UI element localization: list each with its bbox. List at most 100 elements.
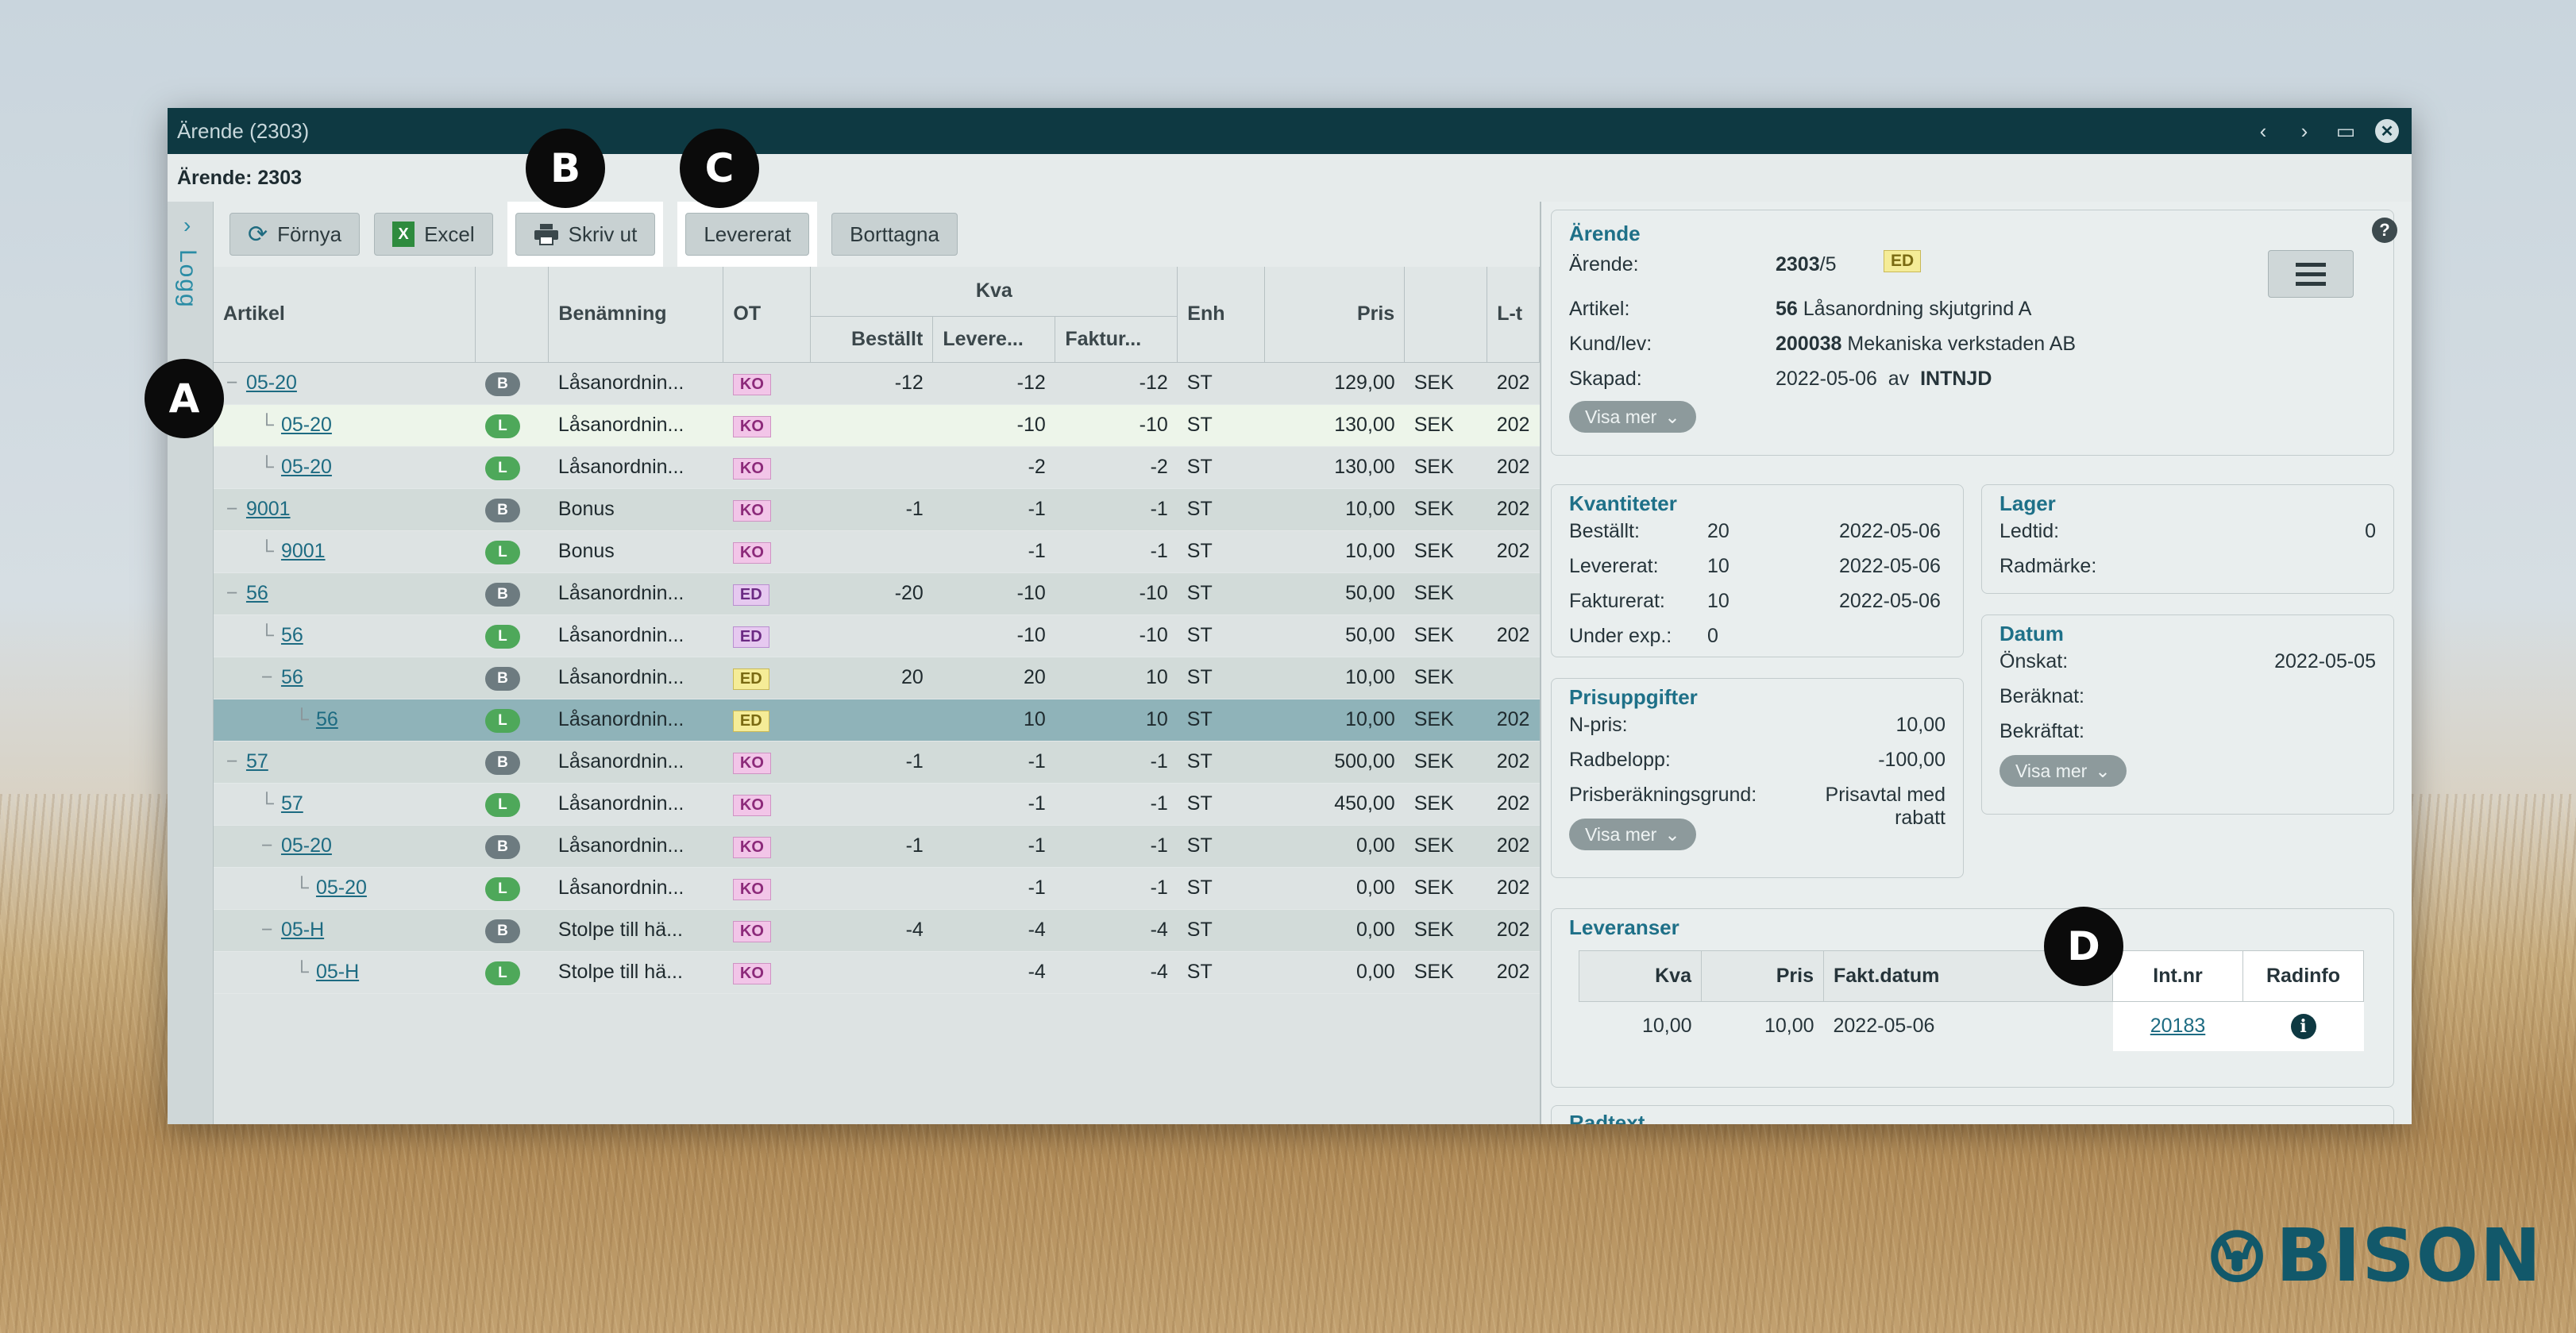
- cell-levererat: -1: [932, 867, 1055, 910]
- tree-connector-icon[interactable]: └: [258, 414, 276, 437]
- tree-connector-icon[interactable]: └: [293, 876, 310, 900]
- cell-lt: [1487, 657, 1540, 699]
- log-label[interactable]: Logg: [174, 249, 201, 309]
- del-col-intnr[interactable]: Int.nr: [2112, 950, 2243, 1002]
- chevron-left-icon[interactable]: ‹: [2251, 119, 2275, 143]
- table-row[interactable]: └ 56 L Låsanordnin... ED 10 10 ST 10,00 SEK 202: [214, 699, 1540, 742]
- col-levererat[interactable]: Levere...: [932, 316, 1056, 363]
- tree-connector-icon[interactable]: −: [223, 372, 241, 395]
- article-link[interactable]: 05-20: [316, 876, 367, 899]
- del-col-pris[interactable]: Pris: [1701, 950, 1824, 1002]
- delivered-button[interactable]: Levererat: [685, 213, 810, 256]
- article-link[interactable]: 56: [316, 708, 338, 730]
- table-row[interactable]: − 56 B Låsanordnin... ED 20 20 10 ST 10,00 SEK: [214, 657, 1540, 699]
- article-link[interactable]: 57: [281, 792, 303, 815]
- case-label: Ärende:: [1569, 253, 1639, 275]
- table-row[interactable]: └ 05-20 L Låsanordnin... KO -10 -10 ST 130,00 SE…: [214, 404, 1540, 447]
- info-icon[interactable]: i: [2290, 1013, 2316, 1039]
- cell-bestallt: 20: [810, 657, 933, 699]
- chevron-right-icon[interactable]: ›: [2293, 119, 2316, 143]
- col-currency[interactable]: [1404, 267, 1488, 363]
- del-fakt: 2022-05-06: [1833, 1015, 1935, 1038]
- expand-chevron-icon[interactable]: ›: [183, 213, 191, 238]
- article-link[interactable]: 57: [246, 750, 268, 772]
- tree-connector-icon[interactable]: −: [258, 834, 276, 857]
- cell-lt: 202: [1487, 614, 1540, 657]
- col-fakturerat[interactable]: Faktur...: [1055, 316, 1178, 363]
- col-lt[interactable]: L-t: [1487, 267, 1540, 363]
- tree-connector-icon[interactable]: −: [223, 498, 241, 521]
- article-link[interactable]: 05-20: [281, 456, 332, 478]
- cell-lt: 202: [1487, 446, 1540, 489]
- col-ot[interactable]: OT: [723, 267, 812, 363]
- tree-connector-icon[interactable]: └: [293, 961, 310, 984]
- dates-show-more-button[interactable]: Visa mer ⌄: [1999, 755, 2127, 787]
- col-pris[interactable]: Pris: [1264, 267, 1406, 363]
- cell-lt: 202: [1487, 530, 1540, 573]
- case-panel: Ärende Ärende: 2303/5 ED Artikel: 56 Lås…: [1551, 210, 2394, 456]
- tree-connector-icon[interactable]: └: [258, 624, 276, 647]
- tree-connector-icon[interactable]: −: [258, 666, 276, 689]
- col-benamning[interactable]: Benämning: [548, 267, 724, 363]
- cell-fakturerat: -4: [1055, 909, 1178, 952]
- cell-currency: SEK: [1404, 530, 1487, 573]
- tree-connector-icon[interactable]: └: [258, 792, 276, 815]
- col-enh[interactable]: Enh: [1177, 267, 1266, 363]
- article-link[interactable]: 9001: [246, 498, 291, 520]
- print-button[interactable]: Skriv ut: [515, 213, 656, 256]
- invoiced-date: 2022-05-06: [1839, 590, 1941, 612]
- table-row[interactable]: − 05-20 B Låsanordnin... KO -12 -12 -12 ST 129,0…: [214, 362, 1540, 405]
- del-col-kva[interactable]: Kva: [1579, 950, 1702, 1002]
- hamburger-menu-button[interactable]: [2268, 250, 2354, 298]
- log-sidebar[interactable]: › Logg: [168, 202, 214, 1124]
- cell-lt: 202: [1487, 741, 1540, 784]
- table-row[interactable]: − 56 B Låsanordnin... ED -20 -10 -10 ST 50,00 SEK: [214, 572, 1540, 615]
- excel-button[interactable]: X Excel: [374, 213, 493, 256]
- table-row[interactable]: └ 56 L Låsanordnin... ED -10 -10 ST 50,00 SEK 202: [214, 614, 1540, 657]
- article-link[interactable]: 05-20: [281, 414, 332, 436]
- table-row[interactable]: − 57 B Låsanordnin... KO -1 -1 -1 ST 500,00 SEK 20…: [214, 741, 1540, 784]
- table-row[interactable]: − 05-20 B Låsanordnin... KO -1 -1 -1 ST 0,00 SEK 2…: [214, 825, 1540, 868]
- table-row[interactable]: └ 05-20 L Låsanordnin... KO -2 -2 ST 130,00 SEK 2…: [214, 446, 1540, 489]
- case-show-more-button[interactable]: Visa mer ⌄: [1569, 401, 1696, 433]
- table-row[interactable]: └ 9001 L Bonus KO -1 -1 ST 10,00 SEK 202: [214, 530, 1540, 573]
- removed-button[interactable]: Borttagna: [831, 213, 958, 256]
- cell-benamning: Låsanordnin...: [548, 404, 723, 447]
- article-link[interactable]: 05-H: [281, 919, 324, 941]
- article-link[interactable]: 56: [281, 666, 303, 688]
- table-row[interactable]: − 9001 B Bonus KO -1 -1 -1 ST 10,00 SEK 202: [214, 488, 1540, 531]
- cell-benamning: Stolpe till hä...: [548, 909, 723, 952]
- tree-connector-icon[interactable]: −: [258, 919, 276, 942]
- ot-tag: KO: [732, 415, 771, 437]
- table-row[interactable]: └ 57 L Låsanordnin... KO -1 -1 ST 450,00 SEK 202: [214, 783, 1540, 826]
- refresh-button[interactable]: ⟳ Förnya: [229, 213, 361, 256]
- article-link[interactable]: 56: [281, 624, 303, 646]
- article-link[interactable]: 05-20: [281, 834, 332, 857]
- tree-connector-icon[interactable]: └: [258, 456, 276, 479]
- tree-connector-icon[interactable]: −: [223, 750, 241, 773]
- delivered-label-q: Levererat:: [1569, 555, 1659, 577]
- maximize-icon[interactable]: ▭: [2334, 119, 2358, 143]
- help-icon[interactable]: ?: [2372, 218, 2397, 243]
- del-col-radinfo[interactable]: Radinfo: [2242, 950, 2364, 1002]
- close-icon[interactable]: ✕: [2375, 119, 2399, 143]
- cell-bestallt: [810, 867, 933, 910]
- tree-connector-icon[interactable]: └: [258, 540, 276, 563]
- article-link[interactable]: 05-H: [316, 961, 359, 983]
- tree-connector-icon[interactable]: −: [223, 582, 241, 605]
- internal-number-link[interactable]: 20183: [2150, 1015, 2206, 1037]
- col-bestallt[interactable]: Beställt: [810, 316, 934, 363]
- article-link[interactable]: 56: [246, 582, 268, 604]
- cell-fakturerat: -10: [1055, 404, 1178, 447]
- price-show-more-button[interactable]: Visa mer ⌄: [1569, 819, 1696, 850]
- article-link[interactable]: 05-20: [246, 372, 297, 394]
- col-type[interactable]: [475, 267, 550, 363]
- table-row[interactable]: − 05-H B Stolpe till hä... KO -4 -4 -4 ST 0,00 SE…: [214, 909, 1540, 952]
- tree-connector-icon[interactable]: └: [293, 708, 310, 731]
- row-type-badge: B: [484, 834, 520, 859]
- col-artikel[interactable]: Artikel: [214, 267, 476, 363]
- table-row[interactable]: └ 05-H L Stolpe till hä... KO -4 -4 ST 0,00 SEK 2…: [214, 951, 1540, 994]
- dates-panel: Datum Önskat: 2022-05-05 Beräknat: Bekrä…: [1981, 614, 2394, 815]
- article-link[interactable]: 9001: [281, 540, 326, 562]
- table-row[interactable]: └ 05-20 L Låsanordnin... KO -1 -1 ST 0,00 SEK 202: [214, 867, 1540, 910]
